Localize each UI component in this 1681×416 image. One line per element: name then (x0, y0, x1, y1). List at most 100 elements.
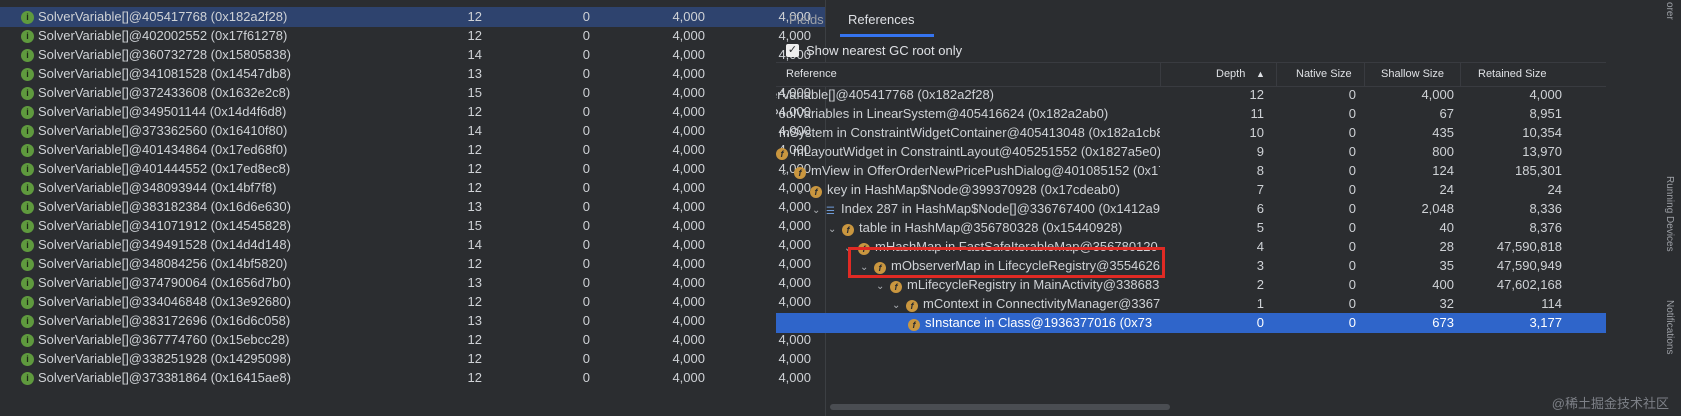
field-icon: f (794, 167, 806, 179)
instance-name: SolverVariable[]@349491528 (0x14d4d148) (38, 237, 291, 252)
col-shallow-size[interactable]: Shallow Size (1381, 63, 1444, 86)
field-icon: f (810, 186, 822, 198)
class-instance-icon: i (21, 258, 34, 271)
instance-name: SolverVariable[]@341071912 (0x14545828) (38, 218, 291, 233)
reference-row[interactable]: ⌄ f mContext in ConnectivityManager@3367 1 0… (776, 294, 1606, 314)
instance-row[interactable]: i SolverVariable[]@401434864 (0x17ed68f0)… (0, 140, 826, 160)
reference-row[interactable]: erVariable[]@405417768 (0x182a2f28) 12 0 4,… (776, 85, 1606, 105)
instance-row[interactable]: i SolverVariable[]@349501144 (0x14d4f6d8)… (0, 102, 826, 122)
instance-row[interactable]: i SolverVariable[]@372433608 (0x1632e2c8)… (0, 83, 826, 103)
horizontal-scrollbar-thumb[interactable] (830, 404, 1170, 410)
reference-row[interactable]: mSystem in ConstraintWidgetContainer@405… (776, 123, 1606, 143)
class-instance-icon: i (21, 334, 34, 347)
chevron-down-icon[interactable]: ⌄ (892, 296, 906, 314)
instance-native-size: 0 (582, 313, 590, 328)
reference-native-size: 0 (1348, 220, 1356, 235)
reference-shallow-size: 2,048 (1421, 201, 1454, 216)
instance-row[interactable]: i SolverVariable[]@383172696 (0x16d6c058)… (0, 311, 826, 331)
chevron-down-icon[interactable]: ⌄ (828, 220, 842, 238)
class-instance-icon: i (21, 239, 34, 252)
reference-row[interactable]: f mLayoutWidget in ConstraintLayout@40525… (776, 142, 1606, 162)
reference-depth: 8 (1256, 163, 1264, 178)
instance-shallow-size: 4,000 (672, 142, 705, 157)
instance-name: SolverVariable[]@372433608 (0x1632e2c8) (38, 85, 291, 100)
reference-name-cell: erVariable[]@405417768 (0x182a2f28) (776, 85, 1160, 105)
chevron-down-icon[interactable]: ⌄ (796, 182, 810, 200)
reference-depth: 1 (1256, 296, 1264, 311)
instance-name: SolverVariable[]@367774760 (0x15ebcc28) (38, 332, 290, 347)
reference-shallow-size: 24 (1439, 182, 1454, 197)
instance-name: SolverVariable[]@401444552 (0x17ed8ec8) (38, 161, 291, 176)
reference-shallow-size: 800 (1432, 144, 1454, 159)
instance-row[interactable]: i SolverVariable[]@402002552 (0x17f61278)… (0, 26, 826, 46)
reference-row[interactable]: ⌄ f table in HashMap@356780328 (0x15440928… (776, 218, 1606, 238)
chevron-down-icon[interactable]: ⌄ (780, 163, 794, 181)
instance-row[interactable]: i SolverVariable[]@374790064 (0x1656d7b0)… (0, 273, 826, 293)
class-instance-icon: i (21, 163, 34, 176)
chevron-down-icon[interactable]: ⌄ (812, 201, 826, 219)
instance-row[interactable]: i SolverVariable[]@367774760 (0x15ebcc28)… (0, 330, 826, 350)
class-instance-icon: i (21, 277, 34, 290)
instance-row[interactable]: i SolverVariable[]@338251928 (0x14295098)… (0, 349, 826, 369)
instance-depth: 12 (467, 332, 482, 347)
reference-row[interactable]: f sInstance in Class@1936377016 (0x73 0 0 67… (776, 313, 1606, 333)
col-divider[interactable] (1276, 63, 1277, 86)
col-divider[interactable] (1160, 63, 1161, 86)
instance-shallow-size: 4,000 (672, 161, 705, 176)
reference-retained-size: 8,376 (1529, 220, 1562, 235)
instance-depth: 15 (467, 218, 482, 233)
tab-fields[interactable]: Fields (789, 0, 824, 38)
col-retained-size[interactable]: Retained Size (1478, 63, 1547, 86)
col-reference[interactable]: Reference (786, 63, 837, 86)
reference-row[interactable]: ⌄ f mLifecycleRegistry in MainActivity@338… (776, 275, 1606, 295)
instance-row[interactable]: i SolverVariable[]@383182384 (0x16d6e630)… (0, 197, 826, 217)
chevron-down-icon[interactable]: ⌄ (876, 277, 890, 295)
reference-depth: 11 (1250, 106, 1265, 121)
col-divider[interactable] (1364, 63, 1365, 86)
class-instance-icon: i (21, 11, 34, 24)
instance-depth: 12 (467, 104, 482, 119)
instance-native-size: 0 (582, 28, 590, 43)
reference-row[interactable]: ⌄ f key in HashMap$Node@399370928 (0x17cde… (776, 180, 1606, 200)
instance-row[interactable]: i SolverVariable[]@360732728 (0x15805838)… (0, 45, 826, 65)
reference-name-cell: ⌄ f mContext in ConnectivityManager@3367 (776, 294, 1160, 314)
reference-shallow-size: 4,000 (1421, 87, 1454, 102)
instance-shallow-size: 4,000 (672, 351, 705, 366)
reference-row[interactable]: PoolVariables in LinearSystem@405416624 … (776, 104, 1606, 124)
reference-label-group: ⌄ f key in HashMap$Node@399370928 (0x17cde… (796, 180, 1120, 200)
reference-row[interactable]: ⌄ f mView in OfferOrderNewPricePushDialog@… (776, 161, 1606, 181)
reference-label: mSystem in ConstraintWidgetContainer@405… (779, 125, 1160, 140)
instance-row[interactable]: i SolverVariable[]@349491528 (0x14d4d148)… (0, 235, 826, 255)
reference-retained-size: 13,970 (1522, 144, 1562, 159)
side-tab-explorer[interactable]: orer (1659, 2, 1675, 20)
instance-shallow-size: 4,000 (672, 85, 705, 100)
side-tab-notifications[interactable]: Notifications (1659, 300, 1675, 354)
instance-row[interactable]: i SolverVariable[]@341081528 (0x14547db8)… (0, 64, 826, 84)
instance-row[interactable]: i SolverVariable[]@334046848 (0x13e92680)… (0, 292, 826, 312)
instance-depth: 13 (467, 313, 482, 328)
reference-native-size: 0 (1348, 144, 1356, 159)
instance-row[interactable]: i SolverVariable[]@341071912 (0x14545828)… (0, 216, 826, 236)
instance-name: SolverVariable[]@349501144 (0x14d4f6d8) (38, 104, 287, 119)
instance-row[interactable]: i SolverVariable[]@373362560 (0x16410f80)… (0, 121, 826, 141)
reference-shallow-size: 32 (1439, 296, 1454, 311)
field-icon: f (776, 148, 788, 160)
instance-row[interactable]: i SolverVariable[]@373381864 (0x16415ae8)… (0, 368, 826, 388)
reference-label-group: ⌄ f table in HashMap@356780328 (0x15440928… (828, 218, 1122, 238)
side-tab-running-devices[interactable]: Running Devices (1659, 176, 1675, 252)
col-depth[interactable]: Depth (1216, 63, 1245, 86)
instance-row[interactable]: i SolverVariable[]@401444552 (0x17ed8ec8)… (0, 159, 826, 179)
instance-row[interactable]: i SolverVariable[]@405417768 (0x182a2f28)… (0, 7, 826, 27)
reference-row[interactable]: ⌄ ☰ Index 287 in HashMap$Node[]@336767400 … (776, 199, 1606, 219)
reference-label: table in HashMap@356780328 (0x15440928) (859, 220, 1123, 235)
tab-references[interactable]: References (848, 0, 914, 38)
gc-root-checkbox[interactable]: ✓ (786, 44, 799, 57)
col-divider[interactable] (1460, 63, 1461, 86)
instance-row[interactable]: i SolverVariable[]@348084256 (0x14bf5820)… (0, 254, 826, 274)
instance-name: SolverVariable[]@348093944 (0x14bf7f8) (38, 180, 277, 195)
reference-native-size: 0 (1348, 182, 1356, 197)
horizontal-scrollbar[interactable] (830, 402, 1660, 412)
instance-row[interactable]: i SolverVariable[]@348093944 (0x14bf7f8) 1… (0, 178, 826, 198)
col-native-size[interactable]: Native Size (1296, 63, 1352, 86)
instance-native-size: 0 (582, 256, 590, 271)
